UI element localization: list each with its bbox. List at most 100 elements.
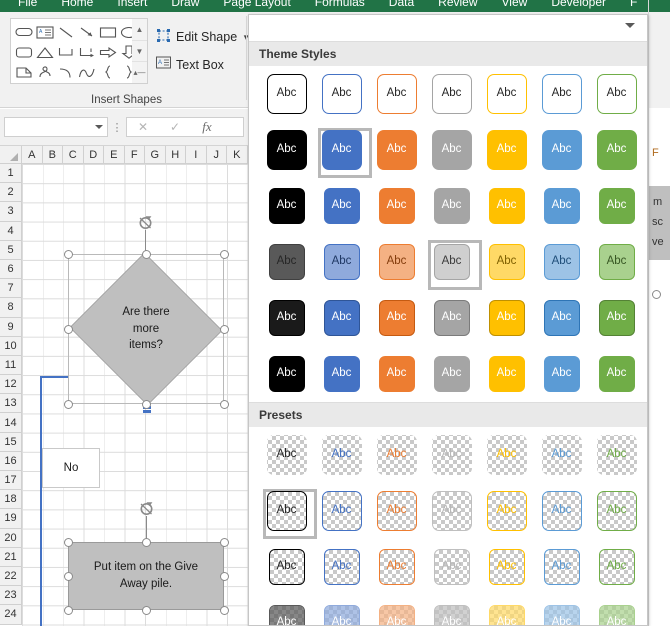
style-swatch[interactable]: Abc bbox=[369, 601, 424, 626]
right-arrow-shape-icon[interactable] bbox=[97, 42, 118, 62]
style-swatch[interactable]: Abc bbox=[369, 128, 424, 172]
style-swatch[interactable]: Abc bbox=[589, 545, 644, 589]
style-swatch[interactable]: Abc bbox=[589, 601, 644, 626]
style-swatch[interactable]: Abc bbox=[259, 545, 314, 589]
row-header-11[interactable]: 11 bbox=[0, 356, 22, 375]
name-box[interactable] bbox=[4, 117, 108, 137]
ribbon-tab-page-layout[interactable]: Page Layout bbox=[211, 0, 302, 8]
scroll-down-icon[interactable]: ▼ bbox=[132, 40, 147, 62]
ribbon-tab-review[interactable]: Review bbox=[426, 0, 489, 8]
column-header-c[interactable]: C bbox=[63, 146, 84, 164]
style-swatch[interactable]: Abc bbox=[314, 240, 369, 284]
style-swatch[interactable]: Abc bbox=[259, 352, 314, 396]
row-header-12[interactable]: 12 bbox=[0, 375, 22, 394]
style-swatch[interactable]: Abc bbox=[259, 72, 314, 116]
ribbon-tab-file[interactable]: File bbox=[6, 0, 49, 8]
row-header-23[interactable]: 23 bbox=[0, 586, 22, 605]
ribbon-tab-data[interactable]: Data bbox=[377, 0, 426, 8]
style-swatch[interactable]: Abc bbox=[534, 128, 589, 172]
text-box-button[interactable]: A Text Box bbox=[156, 56, 224, 73]
row-header-16[interactable]: 16 bbox=[0, 452, 22, 471]
style-swatch[interactable]: Abc bbox=[369, 296, 424, 340]
edit-shape-button[interactable]: Edit Shape ▼ bbox=[156, 28, 250, 46]
row-header-2[interactable]: 2 bbox=[0, 183, 22, 202]
style-swatch[interactable]: Abc bbox=[314, 184, 369, 228]
left-brace-shape-icon[interactable] bbox=[97, 62, 118, 82]
rect-resize-handle-e[interactable] bbox=[220, 572, 229, 581]
oval-shape-icon[interactable] bbox=[13, 22, 34, 42]
chevron-down-icon[interactable] bbox=[95, 125, 103, 129]
style-swatch[interactable]: Abc bbox=[424, 240, 479, 284]
style-swatch[interactable]: Abc bbox=[314, 601, 369, 626]
style-swatch[interactable]: Abc bbox=[589, 489, 644, 533]
style-swatch[interactable]: Abc bbox=[369, 433, 424, 477]
style-swatch[interactable]: Abc bbox=[534, 545, 589, 589]
rect-resize-handle-w[interactable] bbox=[64, 572, 73, 581]
row-header-9[interactable]: 9 bbox=[0, 318, 22, 337]
folded-corner-shape-icon[interactable] bbox=[13, 62, 34, 82]
style-swatch[interactable]: Abc bbox=[314, 545, 369, 589]
cancel-icon[interactable]: ✕ bbox=[127, 120, 159, 134]
row-header-17[interactable]: 17 bbox=[0, 471, 22, 490]
style-swatch[interactable]: Abc bbox=[534, 601, 589, 626]
resize-handle-e[interactable] bbox=[220, 325, 229, 334]
style-swatch[interactable]: Abc bbox=[589, 72, 644, 116]
resize-handle-nw[interactable] bbox=[64, 250, 73, 259]
row-header-7[interactable]: 7 bbox=[0, 279, 22, 298]
column-header-d[interactable]: D bbox=[84, 146, 105, 164]
rect-resize-handle-n[interactable] bbox=[142, 538, 151, 547]
style-swatch[interactable]: Abc bbox=[589, 128, 644, 172]
style-swatch[interactable]: Abc bbox=[589, 352, 644, 396]
rect-resize-handle-se[interactable] bbox=[220, 606, 229, 615]
column-header-k[interactable]: K bbox=[227, 146, 248, 164]
style-swatch[interactable]: Abc bbox=[479, 128, 534, 172]
shapes-gallery-scrollbar[interactable]: ▲ ▼ ▴— bbox=[132, 18, 148, 84]
style-swatch[interactable]: Abc bbox=[479, 240, 534, 284]
resize-handle-w[interactable] bbox=[64, 325, 73, 334]
formula-input-area[interactable]: ✕ ✓ fx bbox=[126, 117, 244, 137]
triangle-shape-icon[interactable] bbox=[34, 42, 55, 62]
row-header-20[interactable]: 20 bbox=[0, 529, 22, 548]
row-header-14[interactable]: 14 bbox=[0, 413, 22, 432]
style-swatch[interactable]: Abc bbox=[479, 601, 534, 626]
resize-handle-se[interactable] bbox=[220, 400, 229, 409]
style-swatch[interactable]: Abc bbox=[369, 240, 424, 284]
row-header-21[interactable]: 21 bbox=[0, 548, 22, 567]
style-swatch[interactable]: Abc bbox=[589, 433, 644, 477]
line-shape-icon[interactable] bbox=[55, 22, 76, 42]
ribbon-tab-format[interactable]: F bbox=[618, 0, 649, 8]
column-header-i[interactable]: I bbox=[186, 146, 207, 164]
style-swatch[interactable]: Abc bbox=[369, 489, 424, 533]
row-header-13[interactable]: 13 bbox=[0, 394, 22, 413]
style-swatch[interactable]: Abc bbox=[259, 601, 314, 626]
shapes-gallery-box[interactable]: A bbox=[10, 18, 142, 84]
style-swatch[interactable]: Abc bbox=[424, 601, 479, 626]
ribbon-tab-home[interactable]: Home bbox=[49, 0, 105, 8]
resize-handle-ne[interactable] bbox=[220, 250, 229, 259]
rect-resize-handle-sw[interactable] bbox=[64, 606, 73, 615]
ribbon-tab-developer[interactable]: Developer bbox=[539, 0, 618, 8]
column-header-e[interactable]: E bbox=[104, 146, 125, 164]
style-swatch[interactable]: Abc bbox=[314, 489, 369, 533]
column-header-h[interactable]: H bbox=[166, 146, 187, 164]
process-rectangle-shape[interactable]: Put item on the Give Away pile. bbox=[68, 542, 224, 610]
select-all-corner[interactable] bbox=[0, 146, 22, 164]
style-swatch[interactable]: Abc bbox=[424, 184, 479, 228]
style-swatch[interactable]: Abc bbox=[369, 545, 424, 589]
rotate-handle-icon[interactable] bbox=[137, 214, 154, 231]
arc-shape-icon[interactable] bbox=[55, 62, 76, 82]
rotate-handle-icon-2[interactable] bbox=[138, 500, 155, 517]
ribbon-tab-formulas[interactable]: Formulas bbox=[303, 0, 377, 8]
ribbon-tab-draw[interactable]: Draw bbox=[159, 0, 211, 8]
formula-bar-grip[interactable]: ⋮ bbox=[108, 121, 126, 134]
rectangle-shape-icon[interactable] bbox=[97, 22, 118, 42]
style-swatch[interactable]: Abc bbox=[314, 72, 369, 116]
shape-styles-gallery[interactable]: Theme Styles AbcAbcAbcAbcAbcAbcAbcAbcAbc… bbox=[248, 14, 648, 626]
enter-icon[interactable]: ✓ bbox=[159, 120, 191, 134]
style-swatch[interactable]: Abc bbox=[424, 128, 479, 172]
style-swatch[interactable]: Abc bbox=[479, 184, 534, 228]
style-swatch[interactable]: Abc bbox=[369, 184, 424, 228]
style-swatch[interactable]: Abc bbox=[424, 72, 479, 116]
style-swatch[interactable]: Abc bbox=[479, 433, 534, 477]
style-swatch[interactable]: Abc bbox=[534, 240, 589, 284]
